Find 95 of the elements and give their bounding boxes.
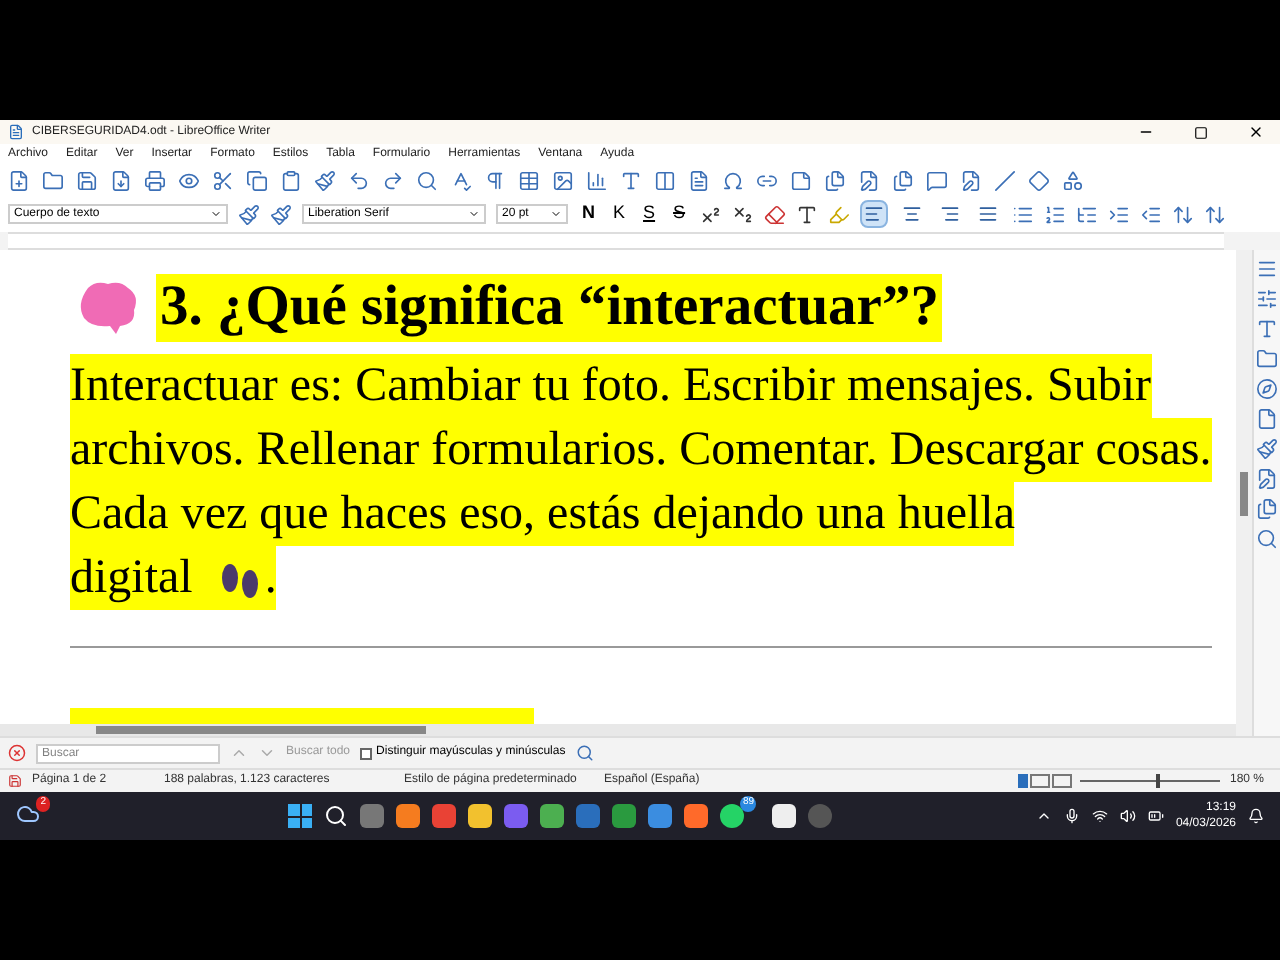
italic-button[interactable]: K [609,200,630,228]
alignment-icon [863,204,884,224]
cut-icon[interactable] [212,170,234,192]
undo-icon[interactable] [348,170,370,192]
indent-increase-icon[interactable] [1107,203,1130,225]
document-icon [8,124,24,140]
preview-icon[interactable] [178,170,200,192]
single-page-view-icon[interactable] [1017,774,1028,788]
alignment-icon [977,204,998,224]
alignment-icon [901,204,922,224]
line-icon[interactable] [994,170,1016,192]
close-find-icon[interactable] [8,744,26,762]
cross-reference-icon[interactable] [892,170,914,192]
table-icon[interactable] [518,170,540,192]
start-icon[interactable] [288,804,312,828]
dropdown-icon[interactable] [550,208,562,220]
horizontal-scrollbar[interactable] [96,726,426,734]
pilcrow-icon[interactable] [484,170,506,192]
text-box-icon[interactable] [620,170,642,192]
new-document-icon[interactable] [8,170,30,192]
dropdown-icon[interactable] [468,208,480,220]
save-status-icon [8,774,22,788]
outline-list-icon[interactable] [1075,203,1098,225]
wifi-icon[interactable] [1091,808,1108,824]
field-icon[interactable] [688,170,710,192]
find-replace-icon[interactable] [575,744,594,762]
pages-icon[interactable] [824,170,846,192]
weather-icon[interactable] [16,802,40,826]
vertical-scrollbar[interactable] [1239,471,1248,515]
style-inspector-icon[interactable] [1255,438,1278,460]
omega-icon[interactable] [722,170,744,192]
page-icon[interactable] [1255,408,1278,430]
spellcheck-icon[interactable] [450,170,472,192]
dropdown-icon[interactable] [210,208,222,220]
close-icon[interactable] [1248,124,1264,140]
printer-icon[interactable] [144,170,166,192]
tray-chevron-icon[interactable] [1035,808,1052,824]
subscript-icon[interactable] [731,203,754,225]
brain-icon [76,280,140,336]
taskbar-app-icon[interactable] [540,804,564,828]
bold-button[interactable]: N [578,200,599,228]
strikethrough-button[interactable]: S [669,200,690,228]
match-case-checkbox[interactable] [360,747,373,759]
chat-app-icon[interactable] [720,804,744,828]
styles-icon[interactable] [1255,318,1278,340]
menu-icon[interactable] [1255,258,1278,280]
shapes-icon[interactable] [1062,170,1084,192]
taskbar-app-icon[interactable] [772,804,796,828]
notification-icon[interactable] [1248,808,1264,824]
zoom-thumb[interactable] [1156,774,1161,788]
export-pdf-icon[interactable] [110,170,132,192]
taskbar-app-icon[interactable] [396,804,420,828]
search-icon[interactable] [324,804,348,828]
paste-icon[interactable] [280,170,302,192]
heading: 3. ¿Qué significa “interactuar”? [156,274,943,342]
diamond-icon[interactable] [1028,170,1050,192]
footnote-icon[interactable] [790,170,812,192]
align-left-button[interactable] [859,200,888,228]
book-view-icon[interactable] [1051,774,1072,788]
superscript-icon[interactable] [699,203,722,225]
font-color-icon[interactable] [795,203,818,225]
new-style-icon[interactable] [270,203,292,225]
line-spacing-icon[interactable] [1171,203,1194,225]
manage-changes-icon[interactable] [1255,468,1278,490]
update-style-icon[interactable] [238,203,260,225]
image-icon[interactable] [552,170,574,192]
microphone-icon[interactable] [1063,808,1080,824]
underline-button[interactable]: S [639,200,660,228]
comment-icon[interactable] [926,170,948,192]
alignment-icon [939,204,960,224]
chart-icon[interactable] [586,170,608,192]
clear-formatting-icon[interactable] [763,203,786,225]
numbered-list-icon[interactable] [1043,203,1066,225]
properties-icon[interactable] [1255,288,1278,310]
restore-icon[interactable] [1194,125,1208,139]
paintbrush-icon[interactable] [314,170,336,192]
navigator-icon[interactable] [1255,378,1278,400]
folder-icon[interactable] [42,170,64,192]
save-icon[interactable] [76,170,98,192]
multi-page-view-icon[interactable] [1029,774,1050,788]
paragraph-spacing-icon[interactable] [1203,203,1226,225]
link-icon[interactable] [756,170,778,192]
battery-icon[interactable] [1147,808,1164,824]
taskbar-app-icon[interactable] [684,804,708,828]
page-break-icon[interactable] [654,170,676,192]
bookmark-icon[interactable] [858,170,880,192]
paragraph-line: digital [70,550,193,608]
paragraph-end: . [264,550,277,608]
gallery-icon[interactable] [1255,348,1278,370]
design-icon[interactable] [1255,498,1278,520]
redo-icon[interactable] [382,170,404,192]
taskbar-app-icon[interactable] [468,804,492,828]
volume-icon[interactable] [1119,808,1136,824]
indent-decrease-icon[interactable] [1139,203,1162,225]
copy-icon[interactable] [246,170,268,192]
